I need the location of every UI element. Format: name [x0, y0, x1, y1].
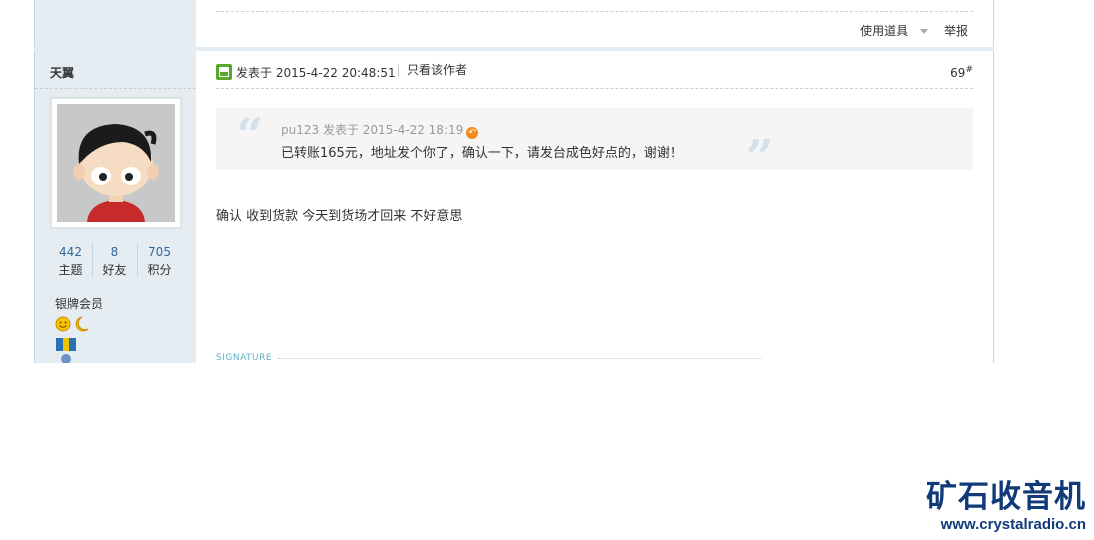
use-tools-label[interactable]: 使用道具	[860, 24, 908, 38]
quote-body: 已转账165元，地址发个你了，确认一下，请发台成色好点的，谢谢！	[281, 146, 683, 161]
post-content-column: 发表于 2015-4-22 20:48:51 只看该作者 69# “ pu123…	[196, 0, 994, 363]
stat-friends-value[interactable]: 8	[93, 243, 136, 261]
post-toolbar: 使用道具 举报	[836, 22, 968, 39]
avatar-image	[57, 104, 175, 222]
reply-text: 确认 收到货款 今天到货场才回来 不好意思	[216, 209, 463, 224]
quote-block: “ pu123 发表于 2015-4-22 18:19 ↶ 已转账165元，地址发…	[216, 108, 973, 186]
floor-number[interactable]: 69#	[950, 65, 973, 80]
close-quote-icon: ”	[746, 130, 774, 186]
post-separator	[34, 47, 994, 51]
meta-divider	[216, 88, 973, 89]
stat-friends[interactable]: 8 好友	[93, 243, 136, 279]
stat-friends-label: 好友	[102, 263, 127, 277]
author-stats: 442 主题 8 好友 705 积分	[49, 243, 179, 279]
author-name[interactable]: 天翼	[50, 64, 74, 81]
author-divider	[35, 88, 196, 89]
previous-post-divider	[216, 11, 973, 12]
member-rank[interactable]: 银牌会员	[55, 295, 103, 312]
post-date: 发表于 2015-4-22 20:48:51	[236, 66, 396, 80]
stat-points-value[interactable]: 705	[138, 243, 181, 261]
stat-threads[interactable]: 442 主题	[49, 243, 92, 279]
floor-value[interactable]: 69	[950, 66, 965, 80]
medal-icon[interactable]	[55, 338, 77, 363]
author-sidebar: 天翼 442 主题 8 好友 705 积分 银牌会员	[34, 0, 197, 363]
report-link[interactable]: 举报	[944, 24, 968, 38]
post-frame: 天翼 442 主题 8 好友 705 积分 银牌会员 发表于 2015-4-22…	[34, 0, 994, 363]
stat-threads-label: 主题	[58, 263, 83, 277]
stat-points-label: 积分	[147, 263, 172, 277]
rank-icons	[55, 316, 91, 335]
post-meta: 发表于 2015-4-22 20:48:51 只看该作者 69#	[216, 62, 973, 86]
chevron-down-icon[interactable]	[920, 29, 929, 34]
open-quote-icon: “	[236, 108, 264, 164]
quote-author-date: pu123 发表于 2015-4-22 18:19	[281, 123, 464, 137]
go-to-quote-icon[interactable]: ↶	[466, 127, 479, 139]
quote-header: pu123 发表于 2015-4-22 18:19 ↶	[281, 121, 479, 139]
watermark-url: www.crystalradio.cn	[940, 516, 1086, 533]
stat-points[interactable]: 705 积分	[138, 243, 181, 279]
signature-label: SIGNATURE	[216, 353, 273, 363]
stat-threads-value[interactable]: 442	[49, 243, 92, 261]
signature-divider	[278, 358, 762, 359]
use-tools-menu[interactable]: 使用道具	[848, 24, 929, 38]
avatar[interactable]	[51, 98, 181, 228]
only-author-link[interactable]: 只看该作者	[398, 64, 467, 77]
online-icon	[216, 64, 232, 80]
site-watermark: 矿石收音机 www.crystalradio.cn	[926, 478, 1086, 534]
floor-suffix: #	[965, 65, 973, 75]
watermark-logo-text: 矿石收音机	[926, 479, 1086, 515]
